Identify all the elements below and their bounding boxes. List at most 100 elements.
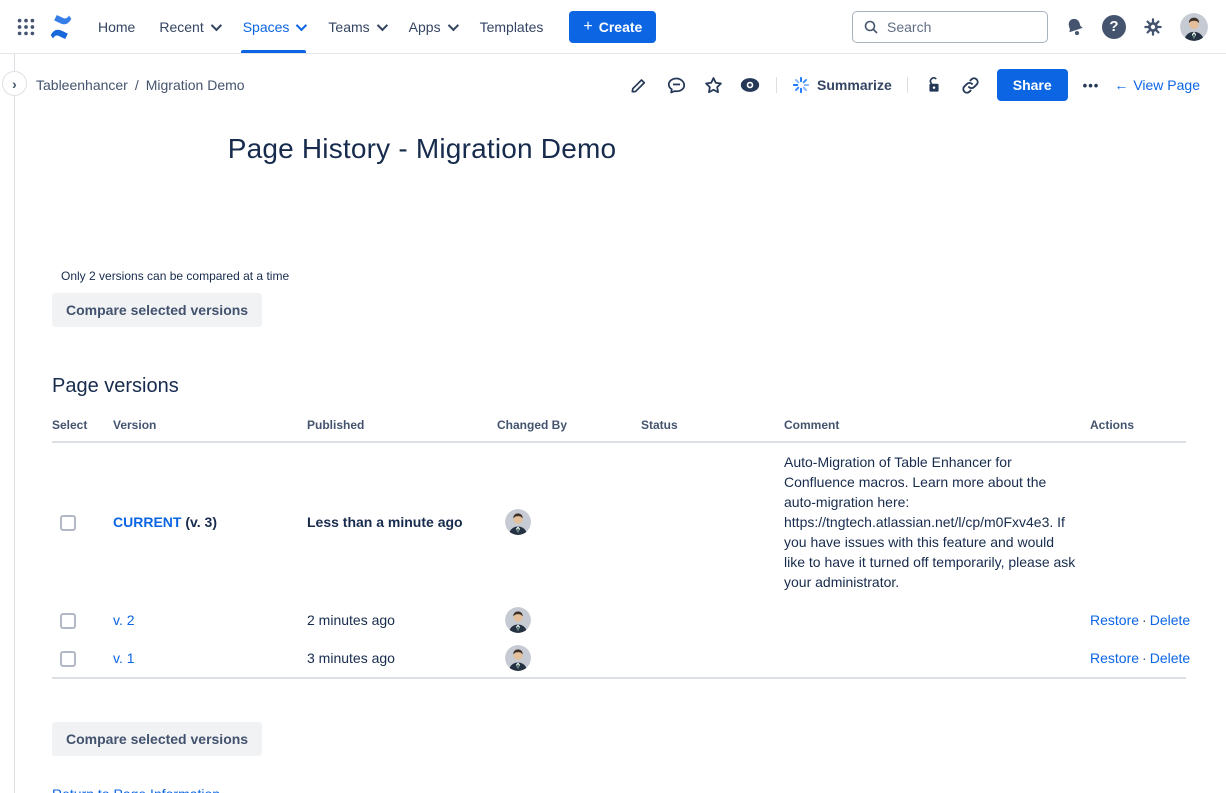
table-row-version-2: v. 2 2 minutes ago [52,601,1186,639]
nav-item-templates[interactable]: Templates [468,0,556,53]
sidebar-divider [14,54,15,793]
nav-item-spaces[interactable]: Spaces [231,0,317,53]
search-input[interactable] [887,19,1037,35]
delete-link[interactable]: Delete [1150,650,1190,666]
actions-cell: Restore·Delete [1090,601,1186,639]
return-to-page-information-link[interactable]: Return to Page Information [52,786,220,793]
published-time: 3 minutes ago [307,639,497,678]
unlock-restrictions-icon[interactable] [923,74,945,96]
version-comment: Auto-Migration of Table Enhancer for Con… [784,442,1090,601]
search-box[interactable] [852,11,1048,43]
changed-by-avatar[interactable] [505,607,531,633]
confluence-logo-icon[interactable] [44,11,78,43]
page-content: › Tableenhancer / Migration Demo [0,54,1226,793]
create-button-label: Create [599,19,643,35]
edit-pencil-icon[interactable] [628,74,650,96]
notifications-bell-icon[interactable] [1062,14,1088,40]
nav-label: Spaces [243,19,290,35]
action-separator: · [1139,612,1150,628]
actions-cell [1090,442,1186,601]
search-icon [863,19,879,35]
nav-label: Teams [328,19,369,35]
breadcrumb: Tableenhancer / Migration Demo [36,77,245,93]
restore-link[interactable]: Restore [1090,650,1139,666]
share-button[interactable]: Share [997,69,1068,101]
top-navigation: Home Recent Spaces Teams Apps Templates … [0,0,1226,54]
table-header-row: Select Version Published Changed By Stat… [52,412,1186,442]
page-versions-heading: Page versions [52,375,1226,398]
user-avatar[interactable] [1180,13,1208,41]
copy-link-icon[interactable] [960,74,982,96]
create-button[interactable]: + Create [569,11,656,43]
help-icon[interactable]: ? [1102,15,1126,39]
compare-note: Only 2 versions can be compared at a tim… [61,269,1226,283]
version-link[interactable]: v. 2 [113,612,135,628]
breadcrumb-space-link[interactable]: Tableenhancer [36,77,128,93]
actions-cell: Restore·Delete [1090,639,1186,678]
delete-link[interactable]: Delete [1150,612,1190,628]
toolbar-divider [776,77,777,93]
summarize-button[interactable]: Summarize [792,76,892,94]
published-time: Less than a minute ago [307,442,497,601]
chevron-down-icon [210,19,221,30]
nav-label: Templates [480,19,544,35]
col-header-select: Select [52,412,113,442]
view-page-link[interactable]: ← View Page [1114,77,1200,93]
nav-label: Recent [159,19,203,35]
ai-sparkle-icon [792,76,810,94]
primary-nav: Home Recent Spaces Teams Apps Templates [86,0,555,53]
watch-eye-icon[interactable] [739,74,761,96]
summarize-label: Summarize [817,77,892,93]
version-comment [784,639,1090,678]
compare-selected-versions-button-top[interactable]: Compare selected versions [52,293,262,327]
version-checkbox[interactable] [60,613,76,629]
chevron-down-icon [296,19,307,30]
app-switcher-icon[interactable] [10,11,42,43]
nav-item-recent[interactable]: Recent [147,0,230,53]
chevron-down-icon [447,19,458,30]
col-header-comment: Comment [784,412,1090,442]
table-row-version-1: v. 1 3 minutes ago [52,639,1186,678]
view-page-label: View Page [1133,77,1200,93]
status-cell [641,639,784,678]
expand-sidebar-button[interactable]: › [2,71,27,96]
nav-label: Home [98,19,135,35]
col-header-published: Published [307,412,497,442]
page-title: Page History - Migration Demo [52,133,792,165]
version-number-label: (v. 3) [181,514,217,530]
status-cell [641,601,784,639]
changed-by-avatar[interactable] [505,645,531,671]
nav-item-home[interactable]: Home [86,0,147,53]
nav-item-apps[interactable]: Apps [397,0,468,53]
nav-item-teams[interactable]: Teams [316,0,396,53]
chevron-right-icon: › [12,76,17,92]
plus-icon: + [583,19,592,35]
breadcrumb-page-link[interactable]: Migration Demo [146,77,245,93]
breadcrumb-separator: / [135,77,139,93]
back-arrow-icon: ← [1114,77,1128,93]
col-header-actions: Actions [1090,412,1186,442]
changed-by-avatar[interactable] [505,509,531,535]
toolbar-divider [907,77,908,93]
version-comment [784,601,1090,639]
status-cell [641,442,784,601]
col-header-changed-by: Changed By [497,412,641,442]
more-actions-icon[interactable]: ••• [1083,78,1100,93]
version-checkbox[interactable] [60,651,76,667]
col-header-version: Version [113,412,307,442]
page-toolbar: Summarize Share ••• ← View Page [628,69,1200,101]
star-favorite-icon[interactable] [702,74,724,96]
table-row-version-3: CURRENT (v. 3) Less than a minute ago [52,442,1186,601]
nav-label: Apps [409,19,441,35]
restore-link[interactable]: Restore [1090,612,1139,628]
version-link-current[interactable]: CURRENT [113,514,181,530]
chevron-down-icon [376,19,387,30]
version-link[interactable]: v. 1 [113,650,135,666]
action-separator: · [1139,650,1150,666]
versions-table: Select Version Published Changed By Stat… [52,412,1186,679]
settings-gear-icon[interactable] [1140,14,1166,40]
comment-icon[interactable] [665,74,687,96]
col-header-status: Status [641,412,784,442]
compare-selected-versions-button-bottom[interactable]: Compare selected versions [52,722,262,756]
version-checkbox[interactable] [60,515,76,531]
